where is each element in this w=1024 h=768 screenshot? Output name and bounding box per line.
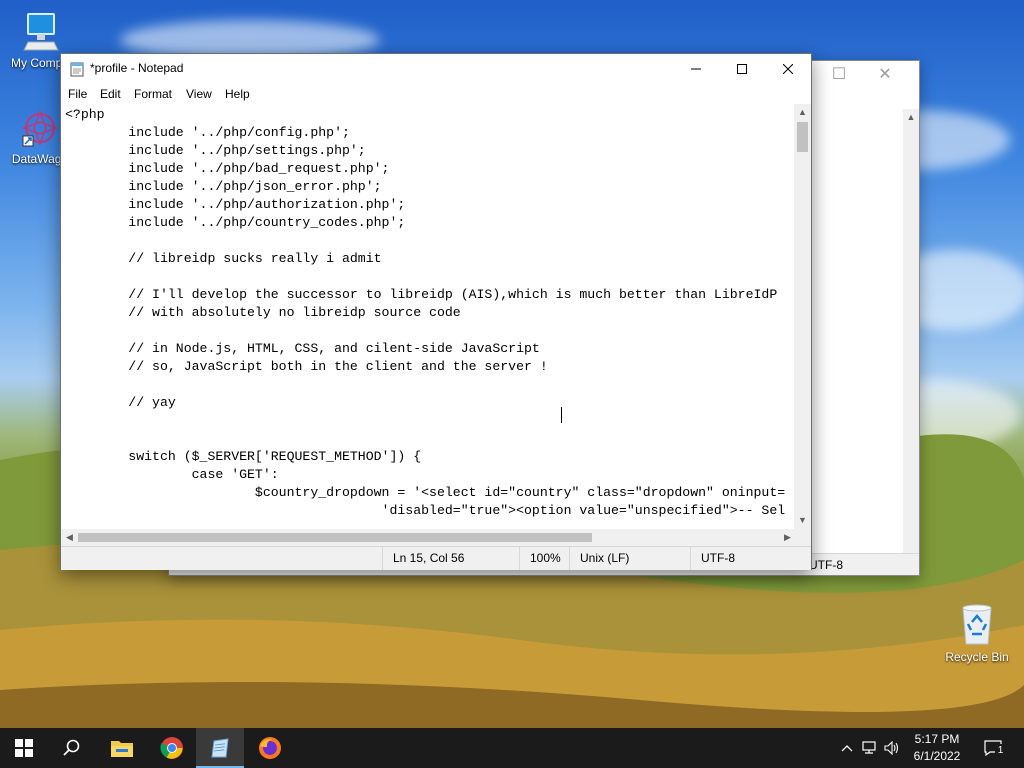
volume-button[interactable] [882,728,902,768]
vertical-scroll-thumb[interactable] [797,122,808,152]
vertical-scrollbar[interactable]: ▲ ▼ [794,104,811,529]
code-line: $country_dropdown = '<select id="country… [65,485,786,500]
recycle-bin[interactable]: Recycle Bin [940,602,1014,664]
code-line: // in Node.js, HTML, CSS, and cilent-sid… [65,341,540,356]
datawagon-icon [21,109,59,147]
maximize-button[interactable] [719,54,765,84]
status-position: Ln 15, Col 56 [382,547,522,570]
taskbar-firefox[interactable] [246,728,294,768]
taskbar: 5:17 PM 6/1/2022 1 [0,728,1024,768]
network-icon [862,741,876,754]
menu-bar: File Edit Format View Help [61,84,811,104]
status-zoom: 100% [519,547,569,570]
menu-format[interactable]: Format [134,87,172,101]
notification-center-button[interactable]: 1 [978,728,1008,768]
code-line: include '../php/country_codes.php'; [65,215,406,230]
taskbar-clock[interactable]: 5:17 PM 6/1/2022 [902,731,972,765]
scroll-up-icon[interactable]: ▲ [903,109,919,125]
close-icon [783,64,793,74]
code-line: include '../php/json_error.php'; [65,179,382,194]
scrollbar-corner [794,529,811,546]
close-button[interactable] [765,54,811,84]
background-window-titlebar[interactable]: ☐ ✕ [809,61,919,91]
status-line-endings: Unix (LF) [569,547,691,570]
code-line: // libreidp sucks really i admit [65,251,382,266]
text-editor[interactable]: <?php include '../php/config.php'; inclu… [61,104,796,529]
status-encoding: UTF-8 [690,547,812,570]
firefox-icon [259,737,281,759]
horizontal-scrollbar[interactable]: ◀ ▶ [61,529,796,546]
taskbar-chrome[interactable] [148,728,196,768]
code-line: // I'll develop the successor to libreid… [65,287,778,302]
start-icon [15,739,33,757]
chrome-icon [160,737,183,759]
recycle-bin-label: Recycle Bin [945,650,1009,664]
status-bar: Ln 15, Col 56 100% Unix (LF) UTF-8 [61,546,811,570]
background-window-encoding: UTF-8 [809,558,843,572]
network-button[interactable] [860,728,880,768]
code-line: include '../php/settings.php'; [65,143,366,158]
code-line: case 'GET': [65,467,279,482]
maximize-icon[interactable]: ☐ [831,67,847,83]
notepad-titlebar[interactable]: *profile - Notepad [61,54,811,84]
menu-view[interactable]: View [186,87,212,101]
code-line: // yay [65,395,176,410]
scroll-up-icon[interactable]: ▲ [794,104,811,121]
background-window-scrollbar[interactable]: ▲ [903,109,919,571]
speaker-icon [884,741,899,755]
minimize-button[interactable] [673,54,719,84]
code-line: include '../php/authorization.php'; [65,197,406,212]
code-line: include '../php/bad_request.php'; [65,161,390,176]
show-hidden-icons-button[interactable] [838,728,856,768]
scroll-left-icon[interactable]: ◀ [61,529,78,546]
code-line: <?php [65,107,105,122]
notepad-window[interactable]: *profile - Notepad File Edit Format View… [60,53,812,570]
code-line: include '../php/config.php'; [65,125,350,140]
taskbar-notepad[interactable] [196,728,244,768]
chevron-up-icon [841,745,853,752]
computer-icon [23,13,59,51]
clock-time: 5:17 PM [914,732,960,746]
notepad-icon [70,62,84,77]
code-line: 'disabled="true"><option value="unspecif… [65,503,786,518]
notification-count: 1 [995,744,1006,757]
recycle-bin-icon [962,604,992,645]
code-line: // so, JavaScript both in the client and… [65,359,556,374]
code-line: // with absolutely no libreidp source co… [65,305,461,320]
scroll-down-icon[interactable]: ▼ [794,512,811,529]
start-button[interactable] [0,728,48,768]
menu-edit[interactable]: Edit [100,87,121,101]
minimize-icon [691,68,701,70]
maximize-icon [737,64,747,74]
code-line: switch ($_SERVER['REQUEST_METHOD']) { [65,449,422,464]
menu-file[interactable]: File [68,87,87,101]
taskbar-file-explorer[interactable] [98,728,146,768]
notepad-icon [211,738,229,758]
close-icon[interactable]: ✕ [877,67,893,83]
file-explorer-icon [111,741,133,757]
clock-date: 6/1/2022 [913,749,961,763]
text-caret [561,407,562,423]
window-title: *profile - Notepad [90,61,184,75]
search-icon [63,739,80,756]
search-button[interactable] [48,728,96,768]
horizontal-scroll-thumb[interactable] [78,533,592,542]
menu-help[interactable]: Help [225,87,250,101]
